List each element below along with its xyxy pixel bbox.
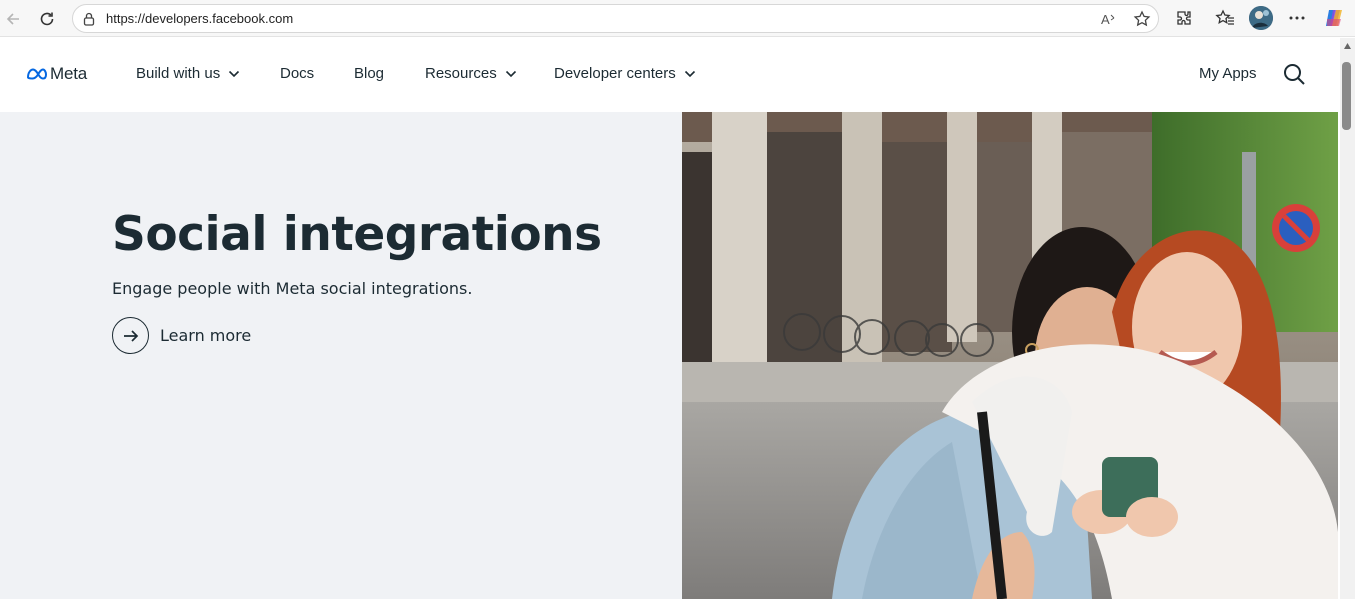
url-text[interactable]: https://developers.facebook.com: [106, 11, 293, 26]
nav-label: Developer centers: [554, 65, 676, 82]
nav-label: Docs: [280, 65, 315, 82]
nav-docs[interactable]: Docs: [280, 65, 314, 82]
nav-build-with-us[interactable]: Build with us: [136, 65, 240, 82]
nav-label: Resources: [425, 65, 497, 82]
chevron-down-icon: [505, 70, 516, 77]
favorite-star-icon[interactable]: [1133, 10, 1151, 28]
nav-label: Blog: [354, 65, 385, 82]
reload-icon[interactable]: [34, 6, 60, 32]
svg-text:A: A: [1101, 12, 1110, 27]
arrow-right-icon[interactable]: [112, 317, 149, 354]
hero-title: Social integrations: [112, 207, 602, 262]
my-apps-link[interactable]: My Apps: [1199, 65, 1257, 82]
learn-more-link[interactable]: Learn more: [112, 317, 251, 354]
learn-more-label: Learn more: [160, 326, 252, 345]
lock-icon[interactable]: [81, 11, 97, 27]
address-bar[interactable]: https://developers.facebook.com A: [72, 4, 1159, 33]
read-aloud-icon[interactable]: A: [1100, 10, 1118, 28]
extensions-icon[interactable]: [1173, 7, 1195, 29]
site-header: Meta Build with us Docs Blog Resources D…: [0, 38, 1340, 112]
scrollbar-thumb[interactable]: [1342, 62, 1351, 130]
hero-section: Social integrations Engage people with M…: [0, 112, 682, 599]
nav-label: Build with us: [136, 65, 221, 82]
hero-photo: [682, 112, 1338, 599]
copilot-icon[interactable]: [1323, 7, 1345, 29]
favorites-icon[interactable]: [1214, 7, 1236, 29]
search-icon[interactable]: [1282, 62, 1306, 86]
meta-logo-text: Meta: [50, 64, 87, 83]
meta-logo[interactable]: Meta: [26, 64, 87, 84]
meta-logo-icon: [26, 68, 48, 80]
back-icon[interactable]: [0, 6, 26, 32]
hero-subtitle: Engage people with Meta social integrati…: [112, 279, 473, 298]
nav-resources[interactable]: Resources: [425, 65, 517, 82]
browser-toolbar: https://developers.facebook.com A: [0, 0, 1355, 37]
chevron-down-icon: [229, 70, 240, 77]
nav-blog[interactable]: Blog: [354, 65, 384, 82]
profile-avatar[interactable]: [1249, 6, 1273, 30]
chevron-down-icon: [684, 70, 695, 77]
nav-developer-centers[interactable]: Developer centers: [554, 65, 696, 82]
scroll-up-arrow-icon[interactable]: [1343, 42, 1352, 50]
more-icon[interactable]: [1286, 7, 1308, 29]
